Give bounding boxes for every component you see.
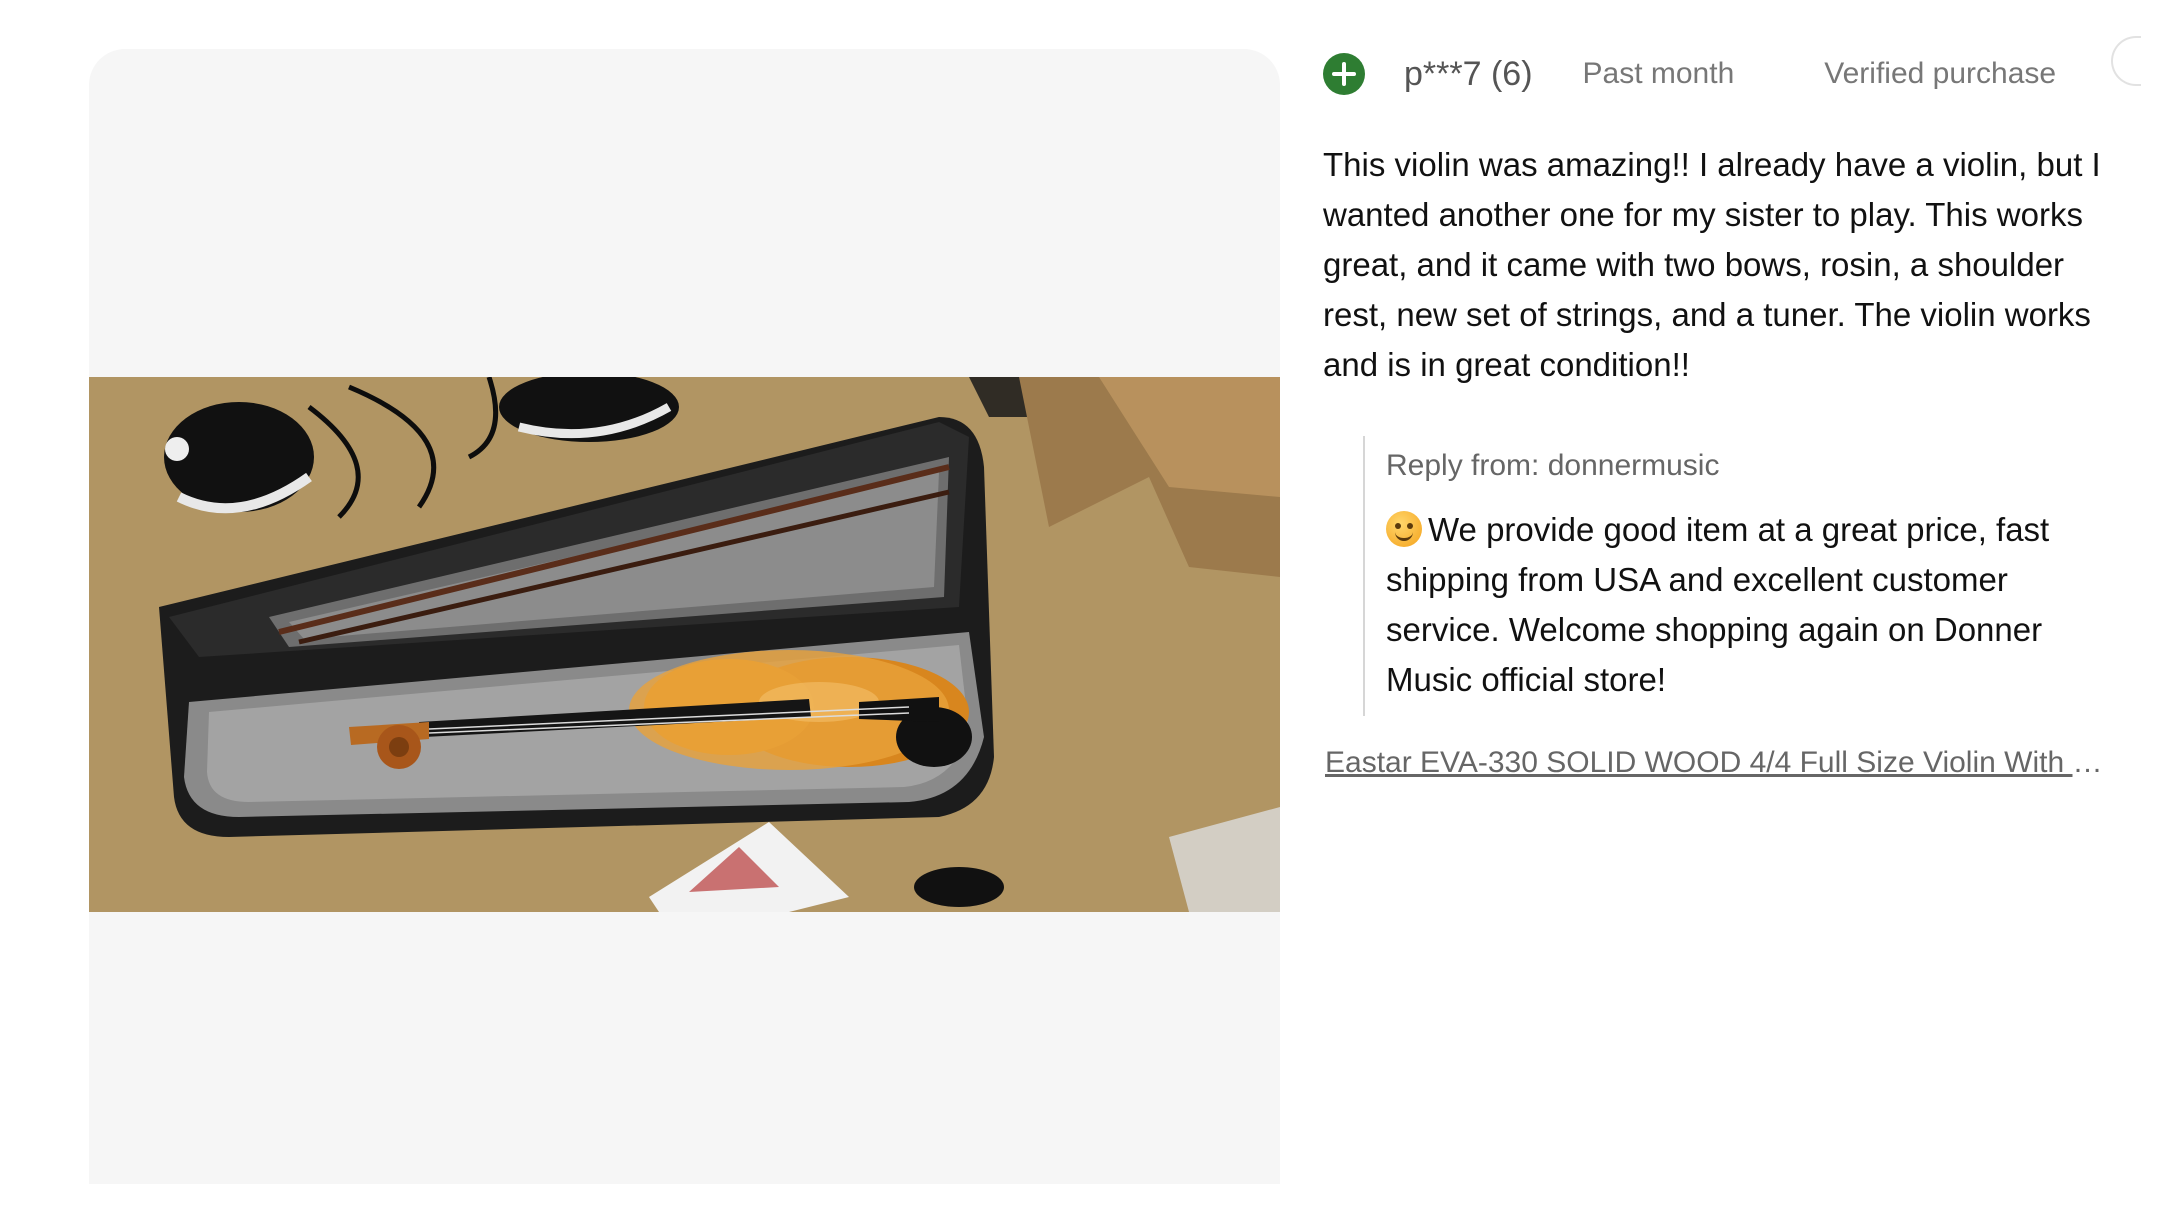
review-date: Past month — [1582, 57, 1735, 90]
reply-label: Reply from: donnermusic — [1386, 449, 1720, 482]
review-modal: p***7 (6) Past month Verified purchase T… — [0, 0, 2179, 1219]
smiling-face-icon — [1386, 511, 1422, 547]
plus-circle-icon[interactable] — [1323, 53, 1365, 95]
review-text: This violin was amazing!! I already have… — [1323, 146, 2101, 383]
review-content: p***7 (6) Past month Verified purchase T… — [1323, 46, 2133, 779]
reply-text: We provide good item at a great price, f… — [1386, 511, 2050, 698]
review-photo-panel — [89, 49, 1280, 1184]
reply-body: We provide good item at a great price, f… — [1386, 505, 2123, 705]
product-link[interactable]: Eastar EVA-330 SOLID WOOD 4/4 Full Size … — [1325, 746, 2105, 780]
seller-reply: Reply from: donnermusic We provide good … — [1363, 436, 2123, 716]
review-photo[interactable] — [89, 377, 1280, 912]
review-header: p***7 (6) Past month Verified purchase — [1323, 46, 2133, 102]
reviewer-name: p***7 (6) — [1404, 54, 1533, 93]
verified-purchase-badge: Verified purchase — [1824, 57, 2057, 90]
